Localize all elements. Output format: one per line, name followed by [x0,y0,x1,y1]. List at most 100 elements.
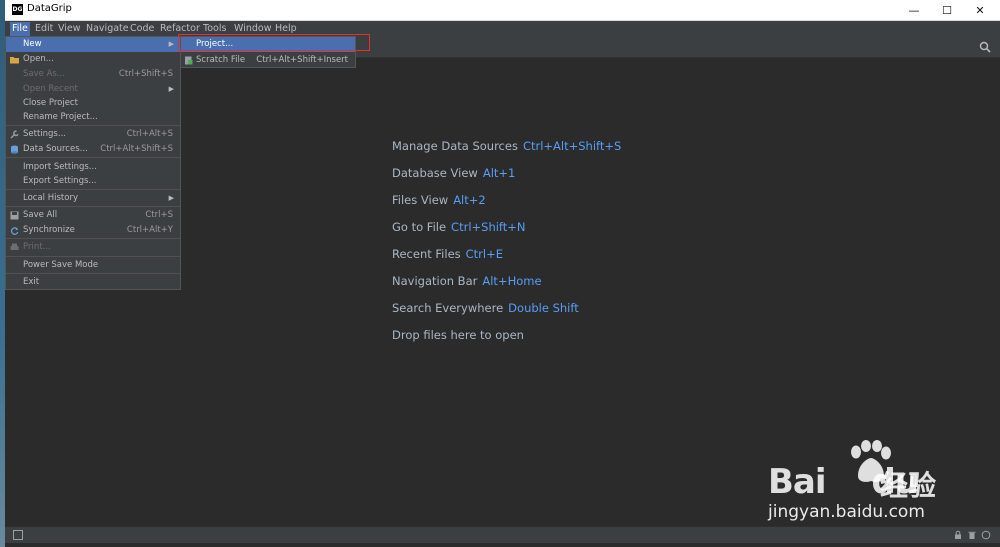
title-bar: DG DataGrip — ☐ ✕ [5,0,1000,21]
hint-label: Go to File [392,220,447,234]
menu-separator [6,189,180,190]
menu-item-label: Power Save Mode [23,260,99,270]
menu-navigate[interactable]: Navigate [84,22,131,36]
hint-label: Database View [392,166,478,180]
menu-item-shortcut: Ctrl+S [145,210,173,220]
file-menu-item-data-sources[interactable]: Data Sources... Ctrl+Alt+Shift+S [6,142,180,157]
sync-icon [10,227,19,235]
maximize-button[interactable]: ☐ [930,0,964,21]
menu-separator [6,238,180,239]
search-icon[interactable] [979,41,991,53]
minimize-button[interactable]: — [897,0,931,21]
watermark-chinese-text: 经验 [880,469,937,502]
submenu-arrow-icon: ▶ [168,40,174,48]
menu-item-label: Save As... [23,69,65,79]
hint-label: Manage Data Sources [392,139,518,153]
file-menu-item-save-as[interactable]: Save As... Ctrl+Shift+S [6,67,180,82]
scratch-file-icon [185,56,193,65]
database-icon [11,145,18,154]
menu-item-label: Close Project [23,98,78,108]
welcome-hint-row: Recent Files Ctrl+E [392,247,503,261]
menu-item-label: Local History [23,193,78,203]
watermark-url: jingyan.baidu.com [768,502,925,522]
hint-label: Files View [392,193,449,207]
menu-separator [6,206,180,207]
file-menu-item-close-project[interactable]: Close Project [6,96,180,111]
welcome-hint-row: Navigation Bar Alt+Home [392,274,542,288]
file-menu-item-open-recent[interactable]: Open Recent ▶ [6,82,180,97]
file-menu-item-print[interactable]: Print... [6,240,180,255]
menu-separator [6,273,180,274]
file-menu-item-local-history[interactable]: Local History ▶ [6,191,180,206]
hint-label: Search Everywhere [392,301,504,315]
baidu-jingyan-watermark: Bai du 经验 jingyan.baidu.com [768,440,958,530]
welcome-hint-row: Database View Alt+1 [392,166,515,180]
menu-item-shortcut: Ctrl+Shift+S [118,69,173,79]
welcome-hint-row: Files View Alt+2 [392,193,486,207]
hint-shortcut: Ctrl+Shift+N [451,220,526,234]
highlight-annotation-box [178,34,370,51]
menu-item-label: Open... [23,54,54,64]
hint-label: Drop files here to open [392,328,524,342]
menu-separator [6,125,180,126]
menu-item-label: Exit [23,277,40,287]
menu-item-shortcut: Ctrl+Alt+Shift+Insert [256,55,348,65]
file-menu-item-save-all[interactable]: Save All Ctrl+S [6,208,180,223]
new-submenu-item-scratch-file[interactable]: Scratch File Ctrl+Alt+Shift+Insert [181,53,355,68]
file-menu-item-open[interactable]: Open... [6,52,180,67]
menu-item-label: Scratch File [196,55,246,65]
menu-item-label: New [23,39,42,49]
submenu-arrow-icon: ▶ [168,194,174,202]
file-menu-dropdown: New ▶ Open... Save As... Ctrl+Shift+S Open Re… [5,36,181,290]
event-log-icon[interactable] [981,530,991,540]
wrench-icon [10,130,19,139]
hint-shortcut: Ctrl+Alt+Shift+S [522,139,622,153]
window-title: DataGrip [27,3,72,14]
folder-icon [10,57,19,64]
menu-separator [6,256,180,257]
close-button[interactable]: ✕ [963,0,997,21]
file-menu-item-rename-project[interactable]: Rename Project... [6,110,180,125]
menu-item-shortcut: Ctrl+Alt+Shift+S [100,144,173,154]
file-menu-item-new[interactable]: New ▶ [6,37,180,52]
menu-item-shortcut: Ctrl+Alt+S [126,129,173,139]
welcome-hint-row: Search Everywhere Double Shift [392,301,579,315]
file-menu-item-export-settings[interactable]: Export Settings... [6,174,180,189]
menu-code[interactable]: Code [128,22,156,36]
menu-item-label: Rename Project... [23,112,98,122]
tool-window-toggle-icon[interactable] [13,530,23,540]
menu-item-label: Export Settings... [23,176,97,186]
file-menu-item-import-settings[interactable]: Import Settings... [6,160,180,175]
welcome-hint-row: Manage Data Sources Ctrl+Alt+Shift+S [392,139,621,153]
menu-item-label: Open Recent [23,84,78,94]
file-menu-item-settings[interactable]: Settings... Ctrl+Alt+S [6,127,180,142]
menu-edit[interactable]: Edit [33,22,55,36]
file-menu-item-synchronize[interactable]: Synchronize Ctrl+Alt+Y [6,223,180,238]
trash-icon[interactable] [967,530,977,540]
menu-item-label: Save All [23,210,58,220]
menu-item-label: Print... [23,242,51,252]
print-icon [10,243,19,250]
menu-item-shortcut: Ctrl+Alt+Y [126,225,173,235]
menu-separator [6,157,180,158]
hint-label: Navigation Bar [392,274,478,288]
hint-shortcut: Alt+Home [482,274,542,288]
hint-label: Recent Files [392,247,461,261]
submenu-arrow-icon: ▶ [168,85,174,93]
hint-shortcut: Alt+2 [453,193,486,207]
datagrip-logo-icon: DG [12,4,23,15]
menu-item-label: Settings... [23,129,66,139]
lock-icon[interactable] [953,530,963,540]
menu-item-label: Data Sources... [23,144,88,154]
menu-bar: File Edit View Navigate Code Refactor Tools Win… [5,21,1000,36]
save-icon [10,211,19,220]
welcome-hint-row: Drop files here to open [392,328,524,342]
menu-view[interactable]: View [56,22,83,36]
hint-shortcut: Double Shift [508,301,579,315]
menu-item-label: Import Settings... [23,162,97,172]
file-menu-item-power-save-mode[interactable]: Power Save Mode [6,258,180,273]
hint-shortcut: Ctrl+E [465,247,504,261]
file-menu-item-exit[interactable]: Exit [6,275,180,290]
menu-file[interactable]: File [10,22,30,36]
welcome-hint-row: Go to File Ctrl+Shift+N [392,220,526,234]
